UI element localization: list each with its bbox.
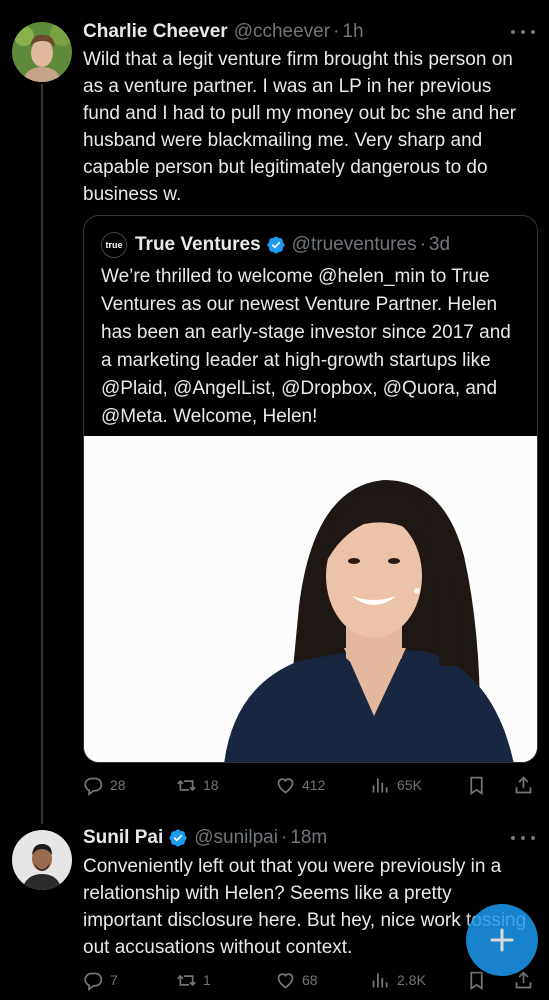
repost-button[interactable]: 1 — [176, 970, 211, 991]
quoted-tweet-image[interactable] — [84, 436, 537, 762]
repost-count: 1 — [203, 972, 211, 988]
share-button[interactable] — [513, 775, 534, 796]
tweet-actions: 7 1 68 2.8K — [83, 967, 535, 993]
separator: · — [419, 234, 426, 255]
like-icon — [277, 972, 294, 989]
tweet-header: Charlie Cheever @ccheever · 1h — [83, 19, 509, 45]
bookmark-icon — [470, 971, 483, 990]
reply-button[interactable]: 28 — [83, 775, 126, 796]
like-button[interactable]: 412 — [275, 775, 325, 796]
repost-icon — [177, 974, 196, 986]
timestamp[interactable]: 1h — [342, 21, 363, 43]
reply-count: 7 — [110, 972, 118, 988]
more-icon[interactable] — [511, 22, 535, 42]
bookmark-button[interactable] — [466, 970, 487, 991]
views-button[interactable]: 65K — [370, 775, 422, 796]
compose-icon — [490, 928, 514, 952]
tweet-text: Conveniently left out that you were prev… — [83, 856, 527, 958]
share-icon — [515, 775, 532, 793]
display-name[interactable]: Sunil Pai — [83, 827, 163, 849]
views-count: 2.8K — [397, 972, 426, 988]
like-button[interactable]: 68 — [275, 970, 318, 991]
repost-button[interactable]: 18 — [176, 775, 219, 796]
separator: · — [280, 827, 288, 848]
views-icon — [372, 973, 388, 987]
reply-icon — [84, 777, 103, 796]
tweet-actions: 28 18 412 65K — [83, 772, 535, 798]
like-count: 68 — [302, 972, 318, 988]
tweet[interactable]: Charlie Cheever @ccheever · 1h Wild that… — [0, 0, 549, 820]
handle[interactable]: @sunilpai — [194, 827, 278, 849]
timestamp[interactable]: 3d — [429, 234, 450, 256]
verified-icon — [267, 236, 285, 254]
timestamp[interactable]: 18m — [290, 827, 327, 849]
bookmark-icon — [470, 776, 483, 795]
quoted-avatar[interactable]: true — [101, 232, 127, 258]
display-name[interactable]: True Ventures — [135, 234, 261, 256]
avatar[interactable] — [12, 830, 72, 890]
quoted-tweet-text: We’re thrilled to welcome @helen_min to … — [101, 266, 511, 427]
repost-count: 18 — [203, 777, 219, 793]
reply-button[interactable]: 7 — [83, 970, 118, 991]
like-icon — [277, 777, 294, 794]
display-name[interactable]: Charlie Cheever — [83, 21, 228, 43]
quoted-tweet[interactable]: true True Ventures @trueventures · 3d We… — [83, 215, 538, 763]
views-button[interactable]: 2.8K — [370, 970, 426, 991]
tweet-text: Wild that a legit venture firm brought t… — [83, 49, 517, 205]
tweet[interactable]: Sunil Pai @sunilpai · 18m Conveniently l… — [0, 820, 549, 1000]
quoted-tweet-header: true True Ventures @trueventures · 3d — [101, 232, 527, 258]
separator: · — [333, 21, 340, 42]
bookmark-button[interactable] — [466, 775, 487, 796]
avatar[interactable] — [12, 22, 72, 82]
verified-icon — [169, 829, 187, 847]
like-count: 412 — [302, 777, 326, 793]
handle[interactable]: @trueventures — [292, 234, 417, 256]
compose-button[interactable] — [466, 904, 538, 976]
views-icon — [372, 778, 388, 792]
reply-count: 28 — [110, 777, 126, 793]
handle[interactable]: @ccheever — [234, 21, 330, 43]
repost-icon — [177, 779, 196, 791]
tweet-header: Sunil Pai @sunilpai · 18m — [83, 825, 509, 851]
reply-icon — [84, 972, 103, 991]
more-icon[interactable] — [511, 828, 535, 848]
views-count: 65K — [397, 777, 422, 793]
